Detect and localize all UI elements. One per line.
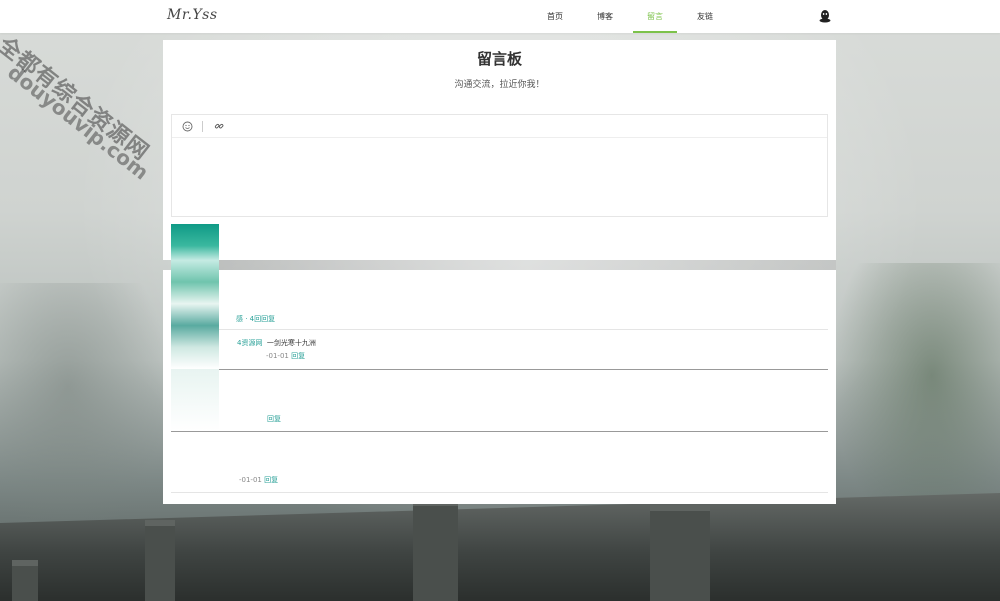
page-subtitle: 沟通交流，拉近你我！	[454, 80, 545, 90]
comment-textarea[interactable]	[172, 138, 827, 216]
main-nav: 首页 博客 留言 友链	[530, 0, 730, 33]
reply-button[interactable]: 回复	[267, 415, 281, 423]
avatar	[171, 224, 219, 369]
bridge-post	[413, 500, 458, 601]
comment-author[interactable]: 感	[236, 315, 243, 323]
page-title: 留言板	[476, 50, 522, 68]
link-icon[interactable]	[212, 119, 226, 133]
bridge-post	[650, 505, 710, 601]
smiley-icon[interactable]	[180, 119, 194, 133]
top-navigation-bar: Mr.Yss 首页 博客 留言 友链	[0, 0, 1000, 33]
comment-editor	[171, 114, 828, 217]
bridge-post	[12, 560, 38, 601]
willow-tree-left	[0, 283, 170, 543]
comment-item: 回复	[171, 370, 828, 432]
comment-item: -01-01 回复	[171, 432, 828, 493]
nav-item-blog[interactable]: 博客	[580, 0, 630, 33]
comment-author[interactable]: · 4回	[245, 315, 261, 323]
reply-button[interactable]: 回复	[264, 476, 278, 484]
comment-text: 一剑光寒十九洲	[266, 339, 316, 347]
comment-author[interactable]: 4资源网	[237, 339, 262, 347]
nav-item-links[interactable]: 友链	[680, 0, 730, 33]
comment-list-card: 感 · 4回回复 4资源网 一剑光寒十九洲 -01-01 回复 回复 -01-0…	[163, 270, 836, 504]
comment-date: -01-01	[239, 476, 262, 484]
avatar	[171, 369, 219, 431]
comment-date: -01-01	[266, 352, 289, 360]
toolbar-divider	[202, 120, 203, 132]
bridge-post	[145, 520, 175, 601]
reply-button[interactable]: 回复	[291, 352, 305, 360]
comment-item: 4资源网 一剑光寒十九洲 -01-01 回复	[171, 330, 828, 370]
qq-penguin-icon[interactable]	[818, 9, 832, 23]
divider	[219, 260, 836, 270]
reply-button[interactable]: 回复	[261, 315, 275, 323]
nav-item-guestbook[interactable]: 留言	[630, 0, 680, 33]
site-logo[interactable]: Mr.Yss	[167, 7, 218, 23]
nav-item-home[interactable]: 首页	[530, 0, 580, 33]
editor-toolbar	[172, 115, 827, 138]
comment-item: 感 · 4回回复	[171, 270, 828, 330]
guestbook-card: 留言板 沟通交流，拉近你我！	[163, 40, 836, 260]
